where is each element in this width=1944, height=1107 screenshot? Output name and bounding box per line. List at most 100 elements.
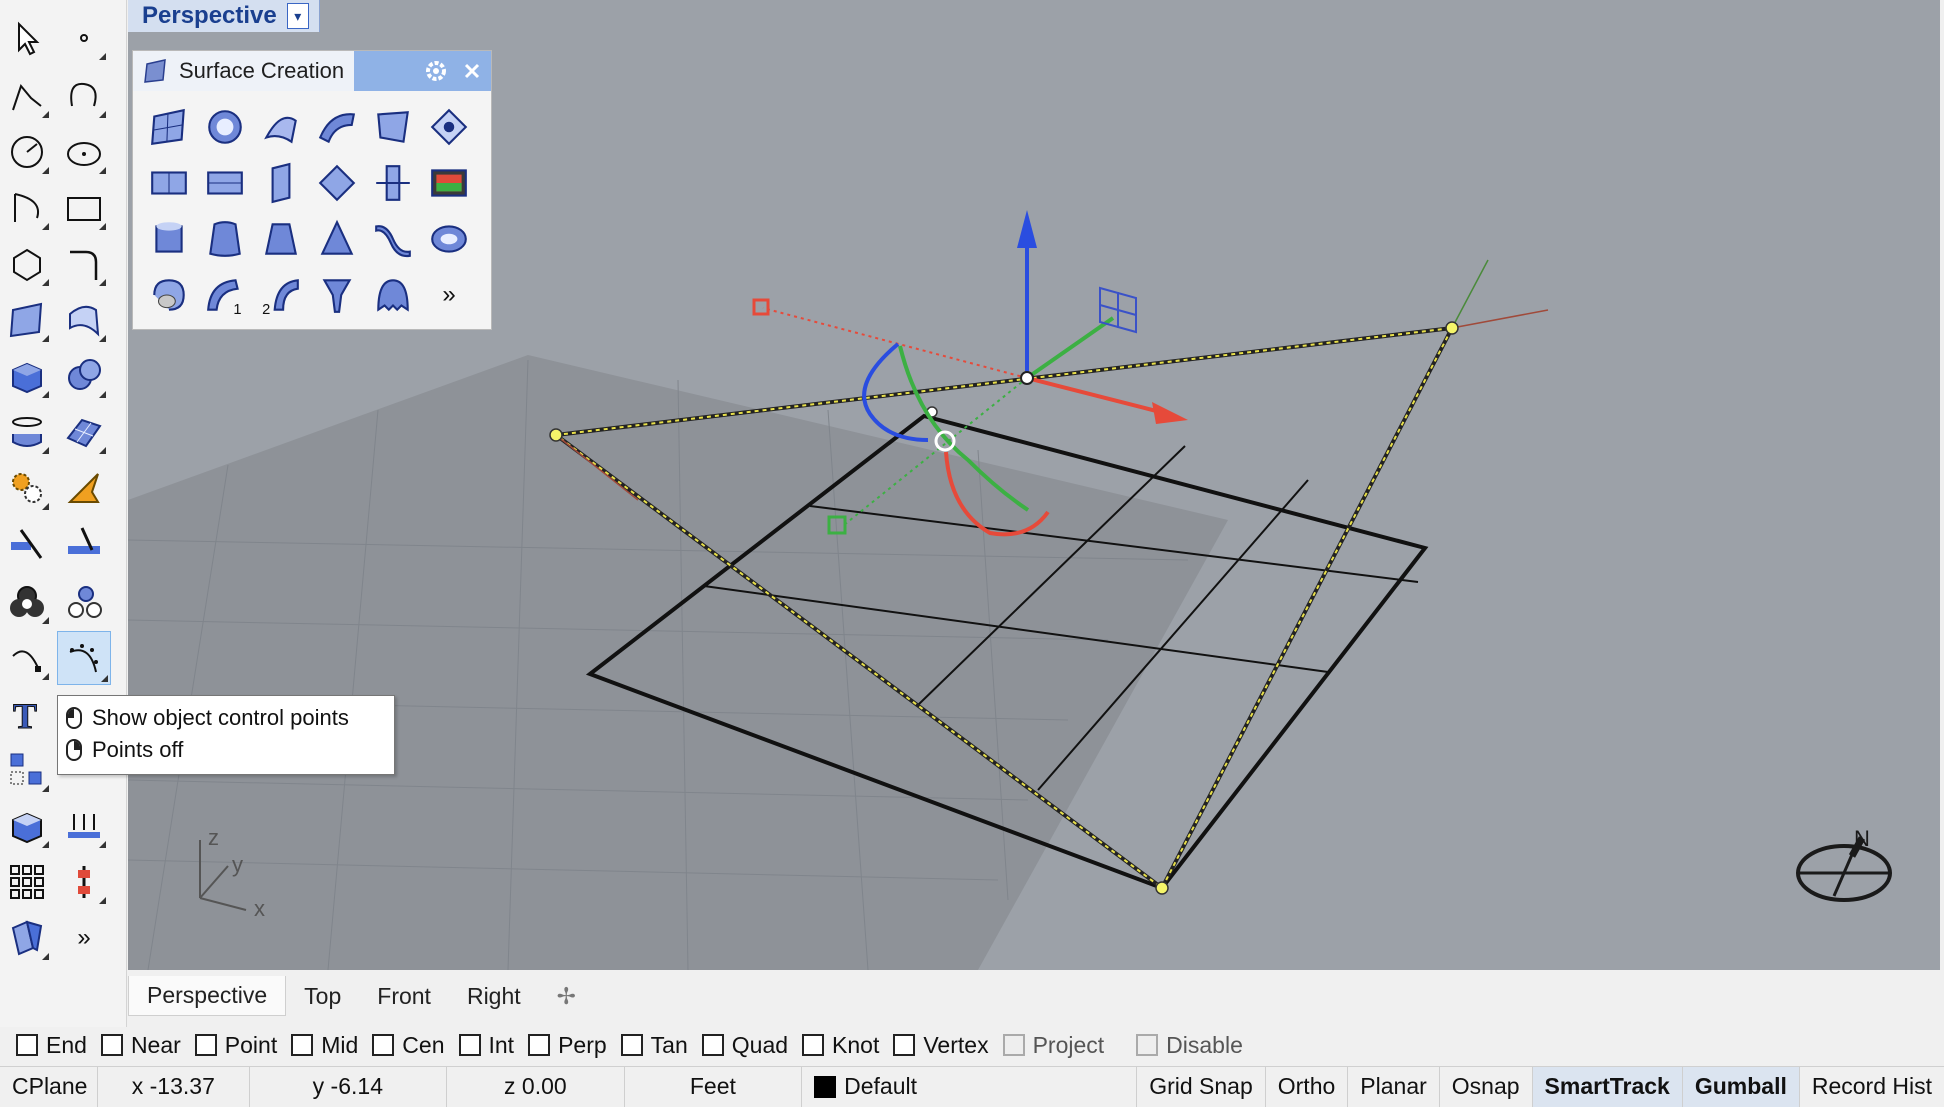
more-toolbar-icon[interactable]: » (60, 914, 108, 962)
polyline-icon[interactable] (3, 72, 51, 120)
smarttrack-toggle[interactable]: SmartTrack (1532, 1066, 1683, 1107)
osnap-end[interactable]: End (16, 1032, 87, 1059)
polygon-icon[interactable] (3, 240, 51, 288)
text-icon[interactable]: T (3, 690, 51, 738)
plane-through-points-icon[interactable] (309, 155, 365, 211)
gear-tools-icon[interactable] (3, 464, 51, 512)
ribbon-icon[interactable] (365, 211, 421, 267)
split-icon[interactable] (3, 520, 51, 568)
gear-icon[interactable] (423, 58, 449, 84)
surface-from-network-icon[interactable] (253, 99, 309, 155)
point-icon[interactable] (60, 14, 108, 62)
history-icon[interactable] (60, 858, 108, 906)
block-icon[interactable] (3, 802, 51, 850)
arc-icon[interactable] (3, 184, 51, 232)
panel-header[interactable]: Surface Creation (133, 51, 491, 91)
trim-icon[interactable] (60, 520, 108, 568)
osnap-near-checkbox[interactable] (100, 1034, 123, 1056)
extrude-to-point-icon[interactable] (309, 211, 365, 267)
osnap-mid-checkbox[interactable] (291, 1034, 314, 1056)
ortho-toggle[interactable]: Ortho (1266, 1066, 1349, 1107)
rectangular-plane-icon[interactable] (141, 155, 197, 211)
close-icon[interactable] (463, 62, 481, 80)
grid-snap-toggle[interactable]: Grid Snap (1137, 1066, 1266, 1107)
osnap-int-checkbox[interactable] (458, 1034, 481, 1056)
osnap-knot-checkbox[interactable] (802, 1034, 825, 1056)
extrude-curve-icon[interactable] (141, 211, 197, 267)
osnap-cen[interactable]: Cen (372, 1032, 445, 1059)
sweep2-icon[interactable]: 2 (253, 267, 309, 323)
planar-toggle[interactable]: Planar (1348, 1066, 1440, 1107)
osnap-tan-checkbox[interactable] (620, 1034, 643, 1056)
vertical-plane-icon[interactable] (253, 155, 309, 211)
planar-curves-icon[interactable] (197, 99, 253, 155)
surface-creation-panel[interactable]: Surface Creation 1 2 » (132, 50, 492, 330)
osnap-tan[interactable]: Tan (620, 1032, 688, 1059)
analyze-icon[interactable] (3, 914, 51, 962)
units-label[interactable]: Feet (625, 1066, 803, 1107)
osnap-perp-checkbox[interactable] (528, 1034, 551, 1056)
revolve-icon[interactable] (141, 267, 197, 323)
osnap-mid[interactable]: Mid (291, 1032, 358, 1059)
show-control-points-icon[interactable] (57, 631, 111, 685)
sweep1-icon[interactable] (309, 99, 365, 155)
cutting-plane-icon[interactable] (365, 155, 421, 211)
extrude-tapered-icon[interactable] (197, 211, 253, 267)
viewport-title[interactable]: Perspective ▾ (128, 0, 320, 32)
loft-icon[interactable] (253, 211, 309, 267)
edge-surface-icon[interactable] (365, 99, 421, 155)
osnap-vertex[interactable]: Vertex (893, 1032, 989, 1059)
osnap-point[interactable]: Point (194, 1032, 277, 1059)
boolean-union-icon[interactable] (3, 578, 51, 626)
circle-icon[interactable] (3, 128, 51, 176)
patch-icon[interactable] (421, 99, 477, 155)
gumball-toggle[interactable]: Gumball (1682, 1066, 1800, 1107)
dimension-icon[interactable] (60, 464, 108, 512)
osnap-project-checkbox[interactable] (1002, 1034, 1025, 1056)
osnap-int[interactable]: Int (458, 1032, 514, 1059)
box-icon[interactable] (3, 352, 51, 400)
rail-revolve-icon[interactable]: 1 (197, 267, 253, 323)
select-arrow-icon[interactable] (3, 14, 51, 62)
drape-icon[interactable] (365, 267, 421, 323)
surface-tools-icon[interactable] (3, 296, 51, 344)
osnap-point-checkbox[interactable] (194, 1034, 217, 1056)
osnap-end-checkbox[interactable] (16, 1034, 38, 1056)
explode-icon[interactable] (60, 578, 108, 626)
osnap-near[interactable]: Near (100, 1032, 181, 1059)
grid-array-icon[interactable] (3, 858, 51, 906)
viewport-dropdown-icon[interactable]: ▾ (286, 3, 309, 29)
cylinder-icon[interactable] (3, 408, 51, 456)
tab-top[interactable]: Top (286, 977, 359, 1016)
rectangle-icon[interactable] (60, 184, 108, 232)
osnap-knot[interactable]: Knot (802, 1032, 879, 1059)
group-icon[interactable] (3, 746, 51, 794)
ellipse-icon[interactable] (60, 128, 108, 176)
osnap-disable-checkbox[interactable] (1136, 1034, 1159, 1056)
tab-right[interactable]: Right (449, 977, 539, 1016)
more-tools-icon[interactable]: » (421, 267, 477, 323)
osnap-quad-checkbox[interactable] (701, 1034, 724, 1056)
array-icon[interactable] (60, 802, 108, 850)
fillet-curves-icon[interactable] (60, 240, 108, 288)
mesh-icon[interactable] (60, 408, 108, 456)
osnap-vertex-checkbox[interactable] (893, 1034, 916, 1056)
picture-frame-icon[interactable] (421, 155, 477, 211)
surface-from-points-icon[interactable] (141, 99, 197, 155)
osnap-quad[interactable]: Quad (701, 1032, 788, 1059)
control-points-curve-icon[interactable] (3, 634, 51, 682)
osnap-toggle[interactable]: Osnap (1440, 1066, 1533, 1107)
surface-edit-icon[interactable] (60, 296, 108, 344)
sphere-icon[interactable] (60, 352, 108, 400)
curve-icon[interactable] (60, 72, 108, 120)
blend-surface-icon[interactable] (421, 211, 477, 267)
tab-front[interactable]: Front (359, 977, 449, 1016)
add-tab-icon[interactable]: ✢ (539, 977, 594, 1016)
osnap-cen-checkbox[interactable] (372, 1034, 395, 1056)
osnap-disable[interactable]: Disable (1136, 1032, 1243, 1059)
record-history-toggle[interactable]: Record Hist (1800, 1067, 1944, 1107)
osnap-project[interactable]: Project (1002, 1032, 1104, 1059)
sweep-rail-icon[interactable] (309, 267, 365, 323)
plane-3pt-icon[interactable] (197, 155, 253, 211)
tab-perspective[interactable]: Perspective (128, 976, 287, 1016)
